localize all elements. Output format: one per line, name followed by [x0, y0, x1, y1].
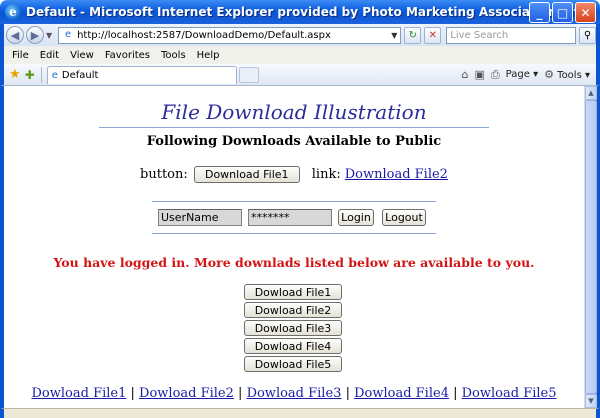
command-buttons: ⌂ ▣ ⎙ Page ▾ ⚙ Tools ▾ — [461, 68, 590, 82]
dowload-file4-link[interactable]: Dowload File4 — [354, 386, 449, 401]
logout-button[interactable]: Logout — [382, 209, 426, 226]
tools-menu-button[interactable]: ⚙ Tools ▾ — [544, 68, 590, 81]
dowload-file5-button[interactable]: Dowload File5 — [244, 356, 342, 372]
refresh-button[interactable]: ↻ — [404, 26, 422, 44]
public-downloads-row: button: Download File1 link: Download Fi… — [4, 166, 584, 183]
back-arrow-icon: ◀ — [10, 28, 20, 42]
scroll-thumb[interactable] — [585, 100, 597, 394]
refresh-icon: ↻ — [408, 29, 418, 41]
page-title: File Download Illustration — [161, 100, 427, 124]
dowload-file5-link[interactable]: Dowload File5 — [462, 386, 557, 401]
address-url[interactable]: http://localhost:2587/DownloadDemo/Defau… — [77, 30, 388, 41]
menu-bar: File Edit View Favorites Tools Help — [0, 46, 600, 64]
login-button[interactable]: Login — [338, 209, 374, 226]
search-input[interactable]: Live Search — [446, 26, 577, 44]
gear-icon: ⚙ — [544, 68, 554, 81]
page-menu-label: Page — [505, 69, 530, 80]
dowload-file2-link[interactable]: Dowload File2 — [139, 386, 234, 401]
logged-in-message: You have logged in. More downlads listed… — [53, 255, 535, 270]
title-divider — [99, 127, 489, 128]
link-separator: | — [345, 386, 355, 401]
dowload-file1-link[interactable]: Dowload File1 — [32, 386, 127, 401]
dowload-file1-button[interactable]: Dowload File1 — [244, 284, 342, 300]
window-title: Default - Microsoft Internet Explorer pr… — [26, 5, 584, 19]
download-file2-link[interactable]: Download File2 — [345, 167, 448, 182]
login-bottom-divider — [152, 233, 436, 234]
search-icon: ⚲ — [583, 29, 592, 41]
login-form: UserName ******* Login Logout — [158, 209, 426, 226]
home-icon[interactable]: ⌂ — [461, 68, 468, 81]
menu-help[interactable]: Help — [197, 50, 220, 61]
close-button[interactable]: ✕ — [575, 2, 596, 23]
scroll-down-icon[interactable]: ▼ — [585, 394, 597, 408]
address-bar[interactable]: e http://localhost:2587/DownloadDemo/Def… — [58, 26, 402, 44]
search-button[interactable]: ⚲ — [579, 26, 596, 44]
menu-edit[interactable]: Edit — [40, 50, 59, 61]
menu-favorites[interactable]: Favorites — [105, 50, 150, 61]
menu-file[interactable]: File — [12, 50, 29, 61]
menu-view[interactable]: View — [70, 50, 94, 61]
ie-logo-icon: e — [5, 4, 21, 20]
page-menu-button[interactable]: Page ▾ — [506, 69, 538, 80]
tab-separator — [40, 66, 42, 83]
address-toolbar: ◀ ▶ ▼ e http://localhost:2587/DownloadDe… — [0, 24, 600, 46]
dowload-file4-button[interactable]: Dowload File4 — [244, 338, 342, 354]
username-field[interactable]: UserName — [158, 209, 242, 226]
link-separator: | — [130, 386, 140, 401]
forward-arrow-icon: ▶ — [30, 28, 40, 42]
dowload-file3-button[interactable]: Dowload File3 — [244, 320, 342, 336]
vertical-scrollbar[interactable]: ▲ ▼ — [584, 86, 597, 408]
minimize-button[interactable]: _ — [529, 2, 550, 23]
password-field[interactable]: ******* — [248, 209, 332, 226]
stop-icon: ✕ — [428, 29, 437, 41]
address-dropdown-icon[interactable]: ▼ — [388, 31, 400, 40]
window-title-bar[interactable]: e Default - Microsoft Internet Explorer … — [0, 0, 600, 24]
print-icon[interactable]: ⎙ — [491, 68, 500, 82]
maximize-button[interactable]: □ — [552, 2, 573, 23]
download-links-row: Dowload File1 | Dowload File2 | Dowload … — [4, 386, 584, 401]
link-separator: | — [453, 386, 462, 401]
tab-command-bar: ★ ✚ e Default ⌂ ▣ ⎙ Page ▾ ⚙ Tools ▾ — [0, 64, 600, 86]
button-prefix-label: button: — [140, 167, 188, 182]
link-prefix-label: link: — [311, 167, 341, 182]
page-icon: e — [65, 29, 72, 40]
feeds-icon[interactable]: ▣ — [474, 68, 484, 81]
tab-page-icon: e — [51, 69, 58, 81]
download-button-list: Dowload File1 Dowload File2 Dowload File… — [244, 284, 342, 374]
back-button[interactable]: ◀ — [6, 26, 24, 44]
login-top-divider — [152, 201, 436, 202]
download-file1-button[interactable]: Download File1 — [193, 166, 300, 183]
page-content: File Download Illustration Following Dow… — [4, 86, 584, 408]
add-favorites-icon[interactable]: ✚ — [25, 68, 35, 82]
dowload-file2-button[interactable]: Dowload File2 — [244, 302, 342, 318]
new-tab-button[interactable] — [238, 66, 259, 83]
history-dropdown-icon[interactable]: ▼ — [46, 31, 52, 40]
link-separator: | — [238, 386, 247, 401]
menu-tools[interactable]: Tools — [161, 50, 186, 61]
scroll-up-icon[interactable]: ▲ — [585, 86, 597, 100]
page-subtitle: Following Downloads Available to Public — [146, 134, 442, 149]
tools-menu-label: Tools — [557, 70, 582, 81]
forward-button[interactable]: ▶ — [25, 26, 44, 44]
stop-button[interactable]: ✕ — [424, 26, 442, 44]
tab-default[interactable]: e Default — [46, 65, 237, 84]
tab-label: Default — [61, 69, 99, 81]
dowload-file3-link[interactable]: Dowload File3 — [247, 386, 342, 401]
status-bar — [0, 408, 600, 418]
favorites-star-icon[interactable]: ★ — [9, 67, 21, 82]
window-controls: _ □ ✕ — [529, 2, 596, 23]
